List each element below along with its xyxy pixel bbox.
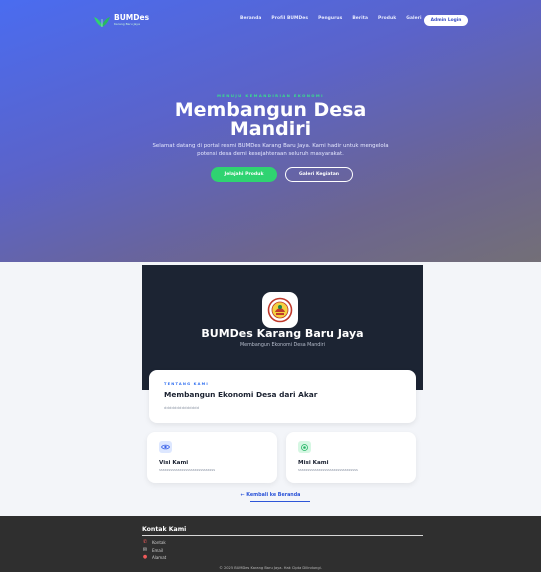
nav-menu: Beranda Profil BUMDes Pengurus Berita Pr…: [240, 16, 422, 21]
nav-item-profil[interactable]: Profil BUMDes: [271, 16, 308, 21]
profile-name: BUMDes Karang Baru Jaya: [201, 327, 364, 340]
eye-icon: [159, 441, 172, 453]
nav-item-berita[interactable]: Berita: [352, 16, 368, 21]
gallery-button[interactable]: Galeri Kegiatan: [285, 167, 353, 182]
bumdes-logo: [262, 292, 298, 328]
arrow-left-icon: ←: [240, 493, 245, 498]
contact-address-label: Alamat: [152, 554, 167, 560]
back-link-underline: [250, 501, 310, 502]
footer-title: Kontak Kami: [142, 526, 187, 533]
footer: Kontak Kami ✆ Kontak ✉ Email ● Alamat © …: [0, 516, 541, 572]
nav-item-beranda[interactable]: Beranda: [240, 16, 261, 21]
nav-item-produk[interactable]: Produk: [378, 16, 396, 21]
brand-logo[interactable]: BUMDes Karang Baru Jaya: [93, 14, 149, 28]
visi-title: Visi Kami: [159, 460, 189, 466]
contact-address[interactable]: ● Alamat: [142, 554, 166, 560]
footer-divider: [142, 535, 423, 536]
hero-title-line2: Mandiri: [229, 118, 312, 140]
contact-email-label: Email: [152, 547, 164, 553]
misi-text: ssssssssssssssssssssssssssssssss: [298, 468, 358, 472]
hero-title: Membangun Desa Mandiri: [0, 101, 541, 139]
hero-description: Selamat datang di portal resmi BUMDes Ka…: [152, 143, 389, 157]
hero-eyebrow: MENUJU KEMANDIRIAN EKONOMI: [217, 93, 324, 98]
contact-phone-label: Kontak: [152, 539, 166, 545]
leaf-icon: [94, 17, 110, 27]
brand-subtitle: Karang Baru Jaya: [114, 22, 140, 26]
explore-products-button[interactable]: Jelajahi Produk: [211, 167, 277, 182]
contact-email[interactable]: ✉ Email: [142, 547, 163, 553]
admin-login-button[interactable]: Admin Login: [424, 15, 468, 26]
back-to-home-label: Kembali ke Beranda: [246, 493, 301, 498]
nav-item-pengurus[interactable]: Pengurus: [318, 16, 342, 21]
nav-item-galeri[interactable]: Galeri: [406, 16, 421, 21]
about-title: Membangun Ekonomi Desa dari Akar: [164, 390, 318, 399]
map-pin-icon: ●: [142, 554, 148, 560]
phone-icon: ✆: [142, 539, 148, 545]
brand-name: BUMDes: [114, 13, 150, 22]
copyright: © 2025 BUMDes Karang Baru Jaya. Hak Cipt…: [219, 566, 322, 570]
misi-title: Misi Kami: [298, 460, 329, 466]
misi-card: Misi Kami ssssssssssssssssssssssssssssss…: [286, 432, 416, 483]
about-label: TENTANG KAMI: [164, 382, 209, 386]
hero-section: BUMDes Karang Baru Jaya Beranda Profil B…: [0, 0, 541, 262]
visi-card: Visi Kami ssssssssssssssssssssssssssssss: [147, 432, 277, 483]
navbar: BUMDes Karang Baru Jaya Beranda Profil B…: [0, 12, 541, 32]
back-to-home-link[interactable]: ← Kembali ke Beranda: [0, 493, 541, 498]
profile-tagline: Membangun Ekonomi Desa Mandiri: [240, 343, 325, 348]
seal-icon: [267, 297, 293, 323]
about-card: TENTANG KAMI Membangun Ekonomi Desa dari…: [149, 370, 416, 423]
envelope-icon: ✉: [142, 547, 148, 553]
visi-text: ssssssssssssssssssssssssssssss: [159, 468, 216, 472]
contact-phone[interactable]: ✆ Kontak: [142, 539, 166, 545]
about-text: dddddddddddddd: [164, 405, 200, 410]
target-icon: [298, 441, 311, 453]
